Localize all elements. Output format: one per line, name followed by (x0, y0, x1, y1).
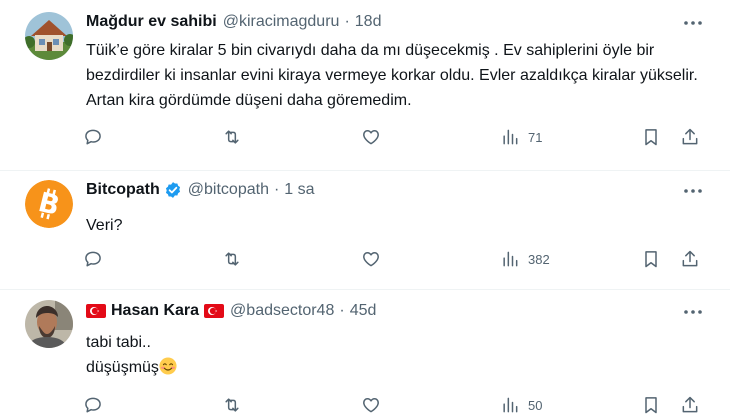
user-handle[interactable]: @bitcopath (188, 181, 269, 199)
like-button[interactable] (361, 248, 381, 270)
views-button[interactable]: 71 (500, 126, 542, 148)
views-count: 382 (528, 251, 550, 267)
turkey-flag-icon (204, 304, 225, 318)
bitcoin-logo-icon: B (25, 180, 73, 228)
action-bar: 71 (0, 126, 730, 150)
tweet-header: Mağdur ev sahibi @kiracimagduru · 18d (86, 13, 381, 31)
more-button[interactable] (682, 302, 704, 322)
display-name[interactable]: Hasan Kara (111, 302, 199, 320)
share-button[interactable] (680, 248, 700, 270)
action-bar: 50 (0, 394, 730, 418)
like-icon (363, 130, 379, 145)
share-icon (682, 250, 698, 267)
more-icon (684, 310, 702, 314)
share-icon (682, 128, 698, 145)
smiling-face-emoji (159, 357, 177, 375)
like-button[interactable] (361, 394, 381, 416)
separator-dot: · (273, 181, 280, 198)
like-icon (363, 252, 379, 267)
views-count: 71 (528, 129, 543, 145)
views-count: 50 (528, 397, 543, 413)
views-button[interactable]: 50 (500, 394, 542, 416)
tweet-1[interactable]: Mağdur ev sahibi @kiracimagduru · 18d Tü… (0, 0, 730, 170)
retweet-button[interactable] (222, 126, 242, 148)
bookmark-icon (645, 397, 657, 414)
display-name[interactable]: Bitcopath (86, 181, 160, 199)
profile-photo-avatar-icon (25, 300, 73, 348)
user-handle[interactable]: @badsector48 (230, 302, 334, 320)
reply-button[interactable] (83, 126, 103, 148)
more-icon (684, 189, 702, 193)
turkey-flag-icon (86, 304, 106, 318)
tweet-text: Tüik’e göre kiralar 5 bin civarıydı daha… (86, 42, 698, 109)
tweet-text: Veri? (86, 217, 123, 234)
action-bar: 382 (0, 248, 730, 272)
views-icon (503, 251, 518, 267)
views-button[interactable]: 382 (500, 248, 550, 270)
more-button[interactable] (682, 181, 704, 201)
timestamp[interactable]: 1 sa (284, 181, 314, 199)
timestamp[interactable]: 45d (350, 302, 377, 320)
house-photo-avatar-icon (25, 12, 73, 60)
bookmark-button[interactable] (641, 248, 661, 270)
tweet-header: Bitcopath @bitcopath · 1 sa (86, 181, 315, 199)
views-icon (503, 397, 518, 413)
timestamp[interactable]: 18d (355, 13, 382, 31)
bookmark-button[interactable] (641, 394, 661, 416)
user-handle[interactable]: @kiracimagduru (223, 13, 340, 31)
separator-dot: · (344, 13, 350, 30)
like-icon (363, 398, 379, 413)
more-button[interactable] (682, 13, 704, 33)
reply-button[interactable] (83, 248, 103, 270)
reply-icon (85, 397, 101, 413)
bookmark-button[interactable] (641, 126, 661, 148)
retweet-button[interactable] (222, 394, 242, 416)
views-icon (503, 129, 518, 145)
avatar-magdur-ev-sahibi[interactable] (25, 12, 73, 60)
retweet-button[interactable] (222, 248, 242, 270)
avatar-hasan-kara[interactable] (25, 300, 73, 348)
tweet-text-span: düşüşmüş (86, 359, 159, 376)
tweet-text: tabi tabi.. düşüşmüş (86, 330, 706, 380)
share-icon (682, 396, 698, 413)
display-name[interactable]: Mağdur ev sahibi (86, 13, 217, 31)
tweet-3[interactable]: Hasan Kara @badsector48 · 45d tabi tabi.… (0, 290, 730, 420)
bookmark-icon (645, 251, 657, 268)
tweet-header: Hasan Kara @badsector48 · 45d (86, 302, 376, 320)
bookmark-icon (645, 129, 657, 146)
tweet-2[interactable]: B Bitcopath @bitcopath · 1 sa Veri? 382 (0, 171, 730, 289)
share-button[interactable] (680, 394, 700, 416)
avatar-bitcopath[interactable]: B (25, 180, 73, 228)
retweet-icon (225, 398, 239, 412)
reply-icon (85, 129, 101, 145)
separator-dot: · (339, 302, 345, 319)
tweet-text-line: düşüşmüş (86, 355, 706, 380)
reply-button[interactable] (83, 394, 103, 416)
share-button[interactable] (680, 126, 700, 148)
tweet-text-line: tabi tabi.. (86, 334, 151, 351)
reply-icon (85, 251, 101, 267)
more-icon (684, 21, 702, 25)
verified-badge-icon[interactable] (164, 181, 182, 199)
retweet-icon (225, 130, 239, 144)
like-button[interactable] (361, 126, 381, 148)
retweet-icon (225, 252, 239, 266)
